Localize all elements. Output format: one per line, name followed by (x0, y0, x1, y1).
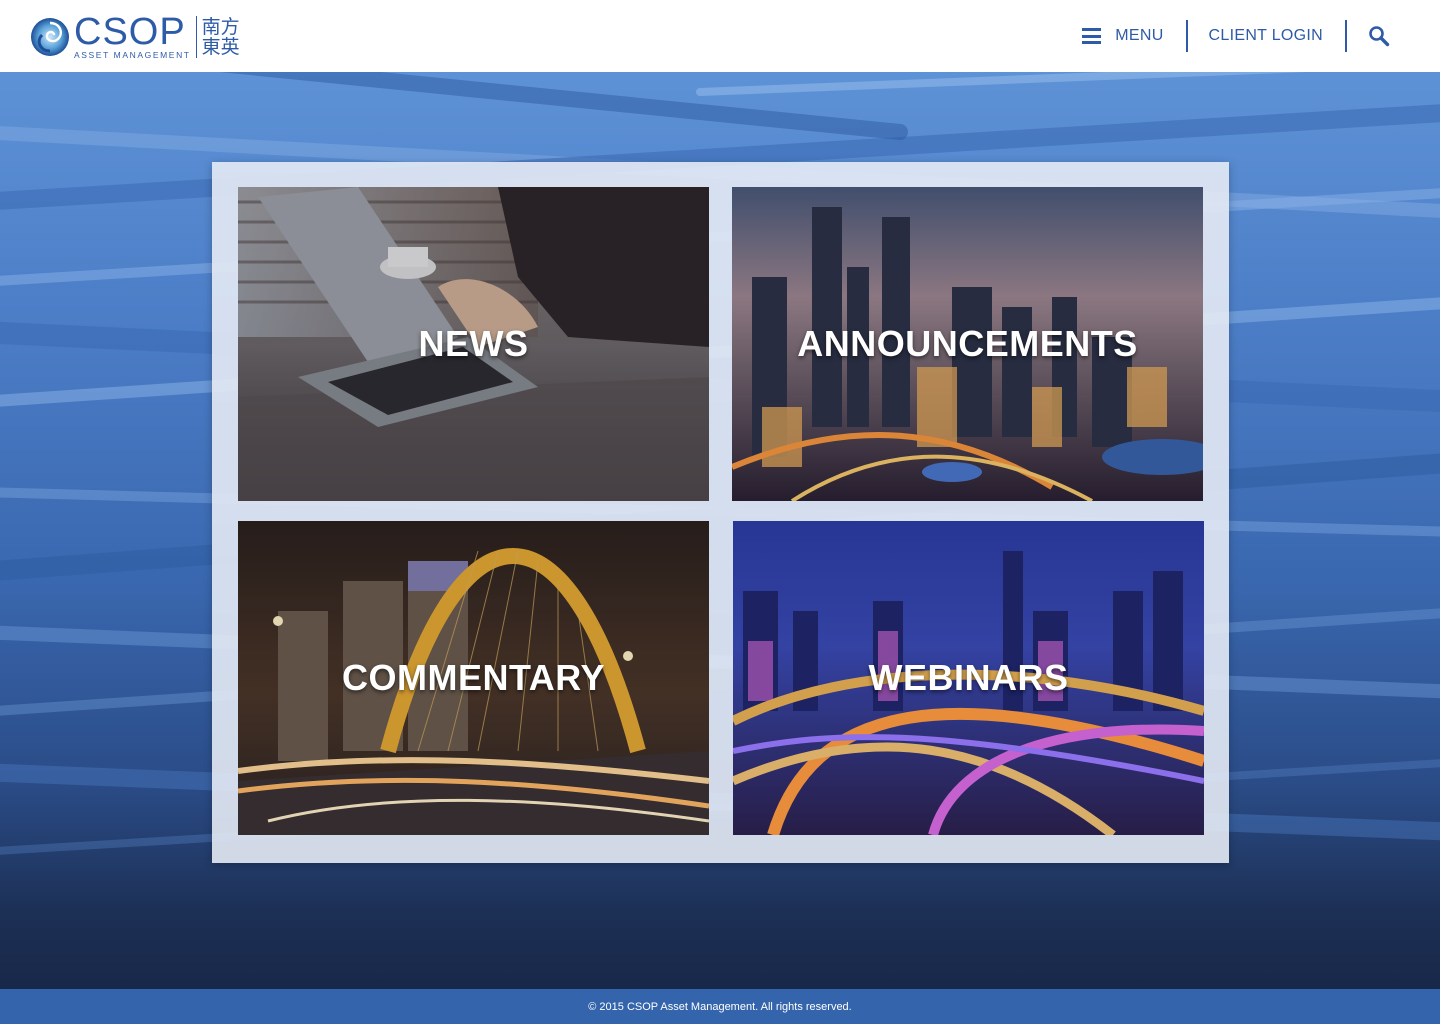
content-panel: NEWS ANNOUNCEMENTS COMMENTARY WEBINARS (212, 162, 1229, 863)
search-icon[interactable] (1368, 25, 1390, 47)
logo-chinese-line1: 南方 (201, 16, 240, 38)
hamburger-icon (1082, 28, 1102, 44)
logo-wordmark: CSOP ASSET MANAGEMENT (74, 10, 191, 60)
webinars-tile-label: WEBINARS (868, 657, 1069, 698)
commentary-tile[interactable]: COMMENTARY (238, 521, 709, 835)
announcements-tile-label: ANNOUNCEMENTS (797, 323, 1138, 364)
site-header: CSOP ASSET MANAGEMENT 南方 東英 MENU CLIENT … (0, 0, 1440, 72)
nav-divider (1345, 20, 1347, 52)
site-footer: © 2015 CSOP Asset Management. All rights… (0, 989, 1440, 1024)
logo-chinese-line2: 東英 (201, 36, 240, 58)
swirl-logo-icon (31, 18, 69, 56)
copyright-text: © 2015 CSOP Asset Management. All rights… (588, 1000, 852, 1013)
csop-logo[interactable]: CSOP ASSET MANAGEMENT 南方 東英 (30, 10, 240, 60)
header-nav: MENU CLIENT LOGIN (1082, 18, 1390, 54)
nav-divider (1185, 20, 1188, 52)
client-login-link[interactable]: CLIENT LOGIN (1209, 27, 1323, 45)
logo-chinese-name: 南方 東英 (202, 17, 240, 57)
webinars-tile[interactable]: WEBINARS (733, 521, 1204, 835)
menu-button[interactable]: MENU (1082, 27, 1163, 45)
commentary-tile-label: COMMENTARY (342, 657, 605, 698)
logo-subtitle: ASSET MANAGEMENT (74, 49, 191, 60)
menu-label: MENU (1115, 27, 1164, 44)
announcements-tile[interactable]: ANNOUNCEMENTS (732, 187, 1203, 501)
news-tile[interactable]: NEWS (238, 187, 709, 501)
logo-divider (195, 16, 197, 58)
logo-name: CSOP (74, 10, 186, 53)
news-tile-label: NEWS (418, 323, 529, 364)
